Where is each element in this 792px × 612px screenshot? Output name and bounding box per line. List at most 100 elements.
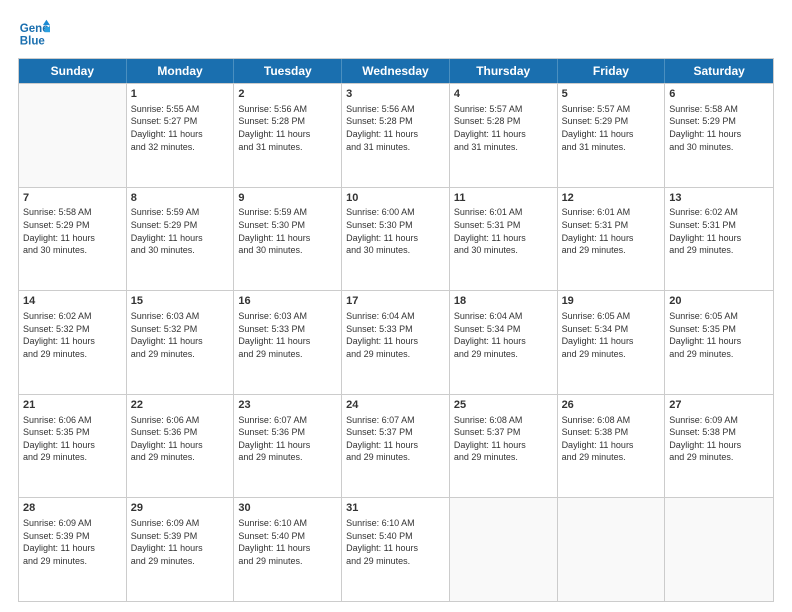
day-info: Sunrise: 6:02 AM Sunset: 5:31 PM Dayligh… — [669, 206, 769, 256]
day-number: 12 — [562, 191, 661, 206]
day-info: Sunrise: 5:58 AM Sunset: 5:29 PM Dayligh… — [23, 206, 122, 256]
day-cell-6: 6Sunrise: 5:58 AM Sunset: 5:29 PM Daylig… — [665, 84, 773, 187]
day-cell-8: 8Sunrise: 5:59 AM Sunset: 5:29 PM Daylig… — [127, 188, 235, 291]
day-info: Sunrise: 6:09 AM Sunset: 5:39 PM Dayligh… — [23, 517, 122, 567]
header: General Blue — [18, 18, 774, 50]
day-cell-30: 30Sunrise: 6:10 AM Sunset: 5:40 PM Dayli… — [234, 498, 342, 601]
day-info: Sunrise: 5:59 AM Sunset: 5:30 PM Dayligh… — [238, 206, 337, 256]
day-number: 2 — [238, 87, 337, 102]
day-info: Sunrise: 5:58 AM Sunset: 5:29 PM Dayligh… — [669, 103, 769, 153]
day-cell-28: 28Sunrise: 6:09 AM Sunset: 5:39 PM Dayli… — [19, 498, 127, 601]
day-cell-12: 12Sunrise: 6:01 AM Sunset: 5:31 PM Dayli… — [558, 188, 666, 291]
header-day-friday: Friday — [558, 59, 666, 83]
day-info: Sunrise: 6:04 AM Sunset: 5:34 PM Dayligh… — [454, 310, 553, 360]
week-row-0: 1Sunrise: 5:55 AM Sunset: 5:27 PM Daylig… — [19, 83, 773, 187]
day-info: Sunrise: 6:08 AM Sunset: 5:38 PM Dayligh… — [562, 414, 661, 464]
day-cell-17: 17Sunrise: 6:04 AM Sunset: 5:33 PM Dayli… — [342, 291, 450, 394]
week-row-4: 28Sunrise: 6:09 AM Sunset: 5:39 PM Dayli… — [19, 497, 773, 601]
week-row-3: 21Sunrise: 6:06 AM Sunset: 5:35 PM Dayli… — [19, 394, 773, 498]
day-cell-4: 4Sunrise: 5:57 AM Sunset: 5:28 PM Daylig… — [450, 84, 558, 187]
day-info: Sunrise: 6:05 AM Sunset: 5:34 PM Dayligh… — [562, 310, 661, 360]
day-info: Sunrise: 6:06 AM Sunset: 5:36 PM Dayligh… — [131, 414, 230, 464]
day-number: 17 — [346, 294, 445, 309]
day-number: 25 — [454, 398, 553, 413]
day-number: 3 — [346, 87, 445, 102]
day-number: 7 — [23, 191, 122, 206]
day-cell-26: 26Sunrise: 6:08 AM Sunset: 5:38 PM Dayli… — [558, 395, 666, 498]
header-day-monday: Monday — [127, 59, 235, 83]
day-number: 20 — [669, 294, 769, 309]
header-day-saturday: Saturday — [665, 59, 773, 83]
day-cell-13: 13Sunrise: 6:02 AM Sunset: 5:31 PM Dayli… — [665, 188, 773, 291]
day-number: 8 — [131, 191, 230, 206]
day-number: 4 — [454, 87, 553, 102]
day-number: 15 — [131, 294, 230, 309]
header-day-tuesday: Tuesday — [234, 59, 342, 83]
day-cell-11: 11Sunrise: 6:01 AM Sunset: 5:31 PM Dayli… — [450, 188, 558, 291]
day-number: 6 — [669, 87, 769, 102]
day-info: Sunrise: 6:09 AM Sunset: 5:39 PM Dayligh… — [131, 517, 230, 567]
day-info: Sunrise: 5:59 AM Sunset: 5:29 PM Dayligh… — [131, 206, 230, 256]
day-cell-19: 19Sunrise: 6:05 AM Sunset: 5:34 PM Dayli… — [558, 291, 666, 394]
day-info: Sunrise: 6:02 AM Sunset: 5:32 PM Dayligh… — [23, 310, 122, 360]
day-number: 24 — [346, 398, 445, 413]
day-number: 5 — [562, 87, 661, 102]
header-day-wednesday: Wednesday — [342, 59, 450, 83]
day-number: 30 — [238, 501, 337, 516]
day-number: 23 — [238, 398, 337, 413]
day-number: 19 — [562, 294, 661, 309]
day-info: Sunrise: 6:07 AM Sunset: 5:37 PM Dayligh… — [346, 414, 445, 464]
week-row-2: 14Sunrise: 6:02 AM Sunset: 5:32 PM Dayli… — [19, 290, 773, 394]
day-cell-21: 21Sunrise: 6:06 AM Sunset: 5:35 PM Dayli… — [19, 395, 127, 498]
day-info: Sunrise: 6:06 AM Sunset: 5:35 PM Dayligh… — [23, 414, 122, 464]
day-info: Sunrise: 6:07 AM Sunset: 5:36 PM Dayligh… — [238, 414, 337, 464]
day-cell-22: 22Sunrise: 6:06 AM Sunset: 5:36 PM Dayli… — [127, 395, 235, 498]
day-cell-15: 15Sunrise: 6:03 AM Sunset: 5:32 PM Dayli… — [127, 291, 235, 394]
day-number: 28 — [23, 501, 122, 516]
logo: General Blue — [18, 18, 56, 50]
empty-cell-4-4 — [450, 498, 558, 601]
day-cell-5: 5Sunrise: 5:57 AM Sunset: 5:29 PM Daylig… — [558, 84, 666, 187]
day-number: 1 — [131, 87, 230, 102]
day-number: 21 — [23, 398, 122, 413]
day-info: Sunrise: 5:57 AM Sunset: 5:28 PM Dayligh… — [454, 103, 553, 153]
day-cell-3: 3Sunrise: 5:56 AM Sunset: 5:28 PM Daylig… — [342, 84, 450, 187]
day-cell-16: 16Sunrise: 6:03 AM Sunset: 5:33 PM Dayli… — [234, 291, 342, 394]
page: General Blue SundayMondayTuesdayWednesda… — [0, 0, 792, 612]
calendar: SundayMondayTuesdayWednesdayThursdayFrid… — [18, 58, 774, 602]
svg-text:Blue: Blue — [20, 36, 46, 48]
day-info: Sunrise: 6:05 AM Sunset: 5:35 PM Dayligh… — [669, 310, 769, 360]
day-number: 22 — [131, 398, 230, 413]
empty-cell-4-5 — [558, 498, 666, 601]
calendar-body: 1Sunrise: 5:55 AM Sunset: 5:27 PM Daylig… — [19, 83, 773, 601]
day-number: 27 — [669, 398, 769, 413]
day-info: Sunrise: 6:10 AM Sunset: 5:40 PM Dayligh… — [238, 517, 337, 567]
day-info: Sunrise: 6:03 AM Sunset: 5:32 PM Dayligh… — [131, 310, 230, 360]
day-cell-25: 25Sunrise: 6:08 AM Sunset: 5:37 PM Dayli… — [450, 395, 558, 498]
day-info: Sunrise: 5:55 AM Sunset: 5:27 PM Dayligh… — [131, 103, 230, 153]
day-info: Sunrise: 6:09 AM Sunset: 5:38 PM Dayligh… — [669, 414, 769, 464]
day-cell-7: 7Sunrise: 5:58 AM Sunset: 5:29 PM Daylig… — [19, 188, 127, 291]
day-number: 9 — [238, 191, 337, 206]
day-cell-2: 2Sunrise: 5:56 AM Sunset: 5:28 PM Daylig… — [234, 84, 342, 187]
week-row-1: 7Sunrise: 5:58 AM Sunset: 5:29 PM Daylig… — [19, 187, 773, 291]
day-number: 16 — [238, 294, 337, 309]
day-info: Sunrise: 6:01 AM Sunset: 5:31 PM Dayligh… — [562, 206, 661, 256]
day-cell-1: 1Sunrise: 5:55 AM Sunset: 5:27 PM Daylig… — [127, 84, 235, 187]
day-cell-24: 24Sunrise: 6:07 AM Sunset: 5:37 PM Dayli… — [342, 395, 450, 498]
calendar-header: SundayMondayTuesdayWednesdayThursdayFrid… — [19, 59, 773, 83]
day-info: Sunrise: 5:56 AM Sunset: 5:28 PM Dayligh… — [238, 103, 337, 153]
empty-cell-0-0 — [19, 84, 127, 187]
day-number: 29 — [131, 501, 230, 516]
day-cell-9: 9Sunrise: 5:59 AM Sunset: 5:30 PM Daylig… — [234, 188, 342, 291]
day-info: Sunrise: 6:04 AM Sunset: 5:33 PM Dayligh… — [346, 310, 445, 360]
day-info: Sunrise: 5:56 AM Sunset: 5:28 PM Dayligh… — [346, 103, 445, 153]
empty-cell-4-6 — [665, 498, 773, 601]
day-number: 31 — [346, 501, 445, 516]
logo-icon: General Blue — [18, 18, 50, 50]
day-cell-23: 23Sunrise: 6:07 AM Sunset: 5:36 PM Dayli… — [234, 395, 342, 498]
day-number: 11 — [454, 191, 553, 206]
day-cell-29: 29Sunrise: 6:09 AM Sunset: 5:39 PM Dayli… — [127, 498, 235, 601]
day-number: 10 — [346, 191, 445, 206]
header-day-thursday: Thursday — [450, 59, 558, 83]
